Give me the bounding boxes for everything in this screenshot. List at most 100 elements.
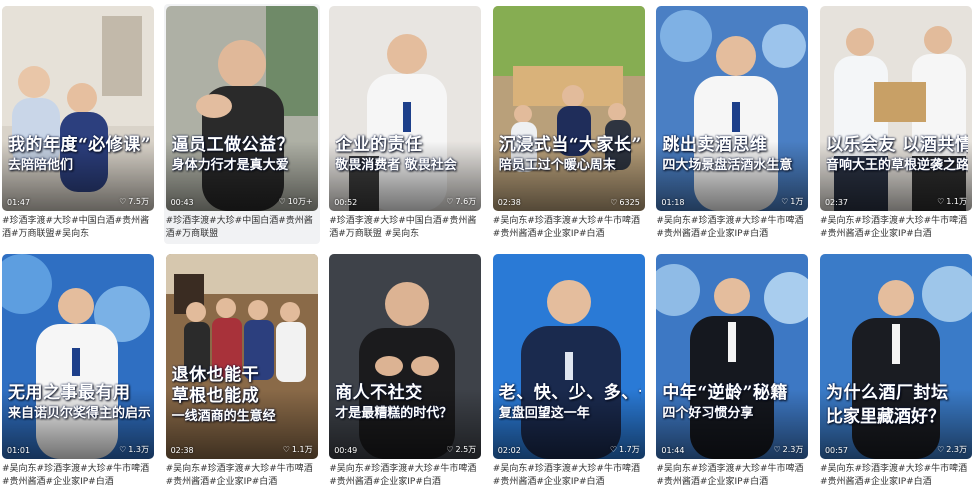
video-card[interactable]: 老、快、少、多、长 复盘回望这一年 02:02 ♡ 1.7万 #吴向东#珍酒李渡#… bbox=[491, 252, 647, 492]
video-duration: 01:01 bbox=[7, 446, 31, 455]
like-count-value: 2.3万 bbox=[782, 445, 804, 454]
heart-icon: ♡ bbox=[610, 197, 618, 207]
hashtag-list[interactable]: #珍酒李渡#大珍#中国白酒#贵州酱酒#万商联盟 #吴向东 bbox=[329, 215, 483, 241]
video-duration: 00:57 bbox=[824, 446, 849, 455]
video-thumbnail[interactable]: 企业的责任 敬畏消费者 敬畏社会 00:52 ♡ 7.6万 bbox=[329, 6, 482, 211]
video-duration: 01:44 bbox=[661, 446, 685, 455]
heart-icon: ♡ bbox=[446, 196, 454, 206]
heart-icon: ♡ bbox=[119, 444, 127, 454]
video-duration: 01:18 bbox=[661, 198, 685, 207]
caption-line-2: 来自诺贝尔奖得主的启示 bbox=[8, 406, 150, 421]
caption-line-1: 老、快、少、多、长 bbox=[498, 383, 641, 403]
caption-line-2: 去陪陪他们 bbox=[8, 158, 74, 173]
video-thumbnail[interactable]: 退休也能干 草根也能成 一线酒商的生意经 02:38 ♡ 1.1万 bbox=[165, 254, 318, 459]
video-duration: 00:52 bbox=[334, 198, 358, 207]
video-card[interactable]: 逼员工做公益？ 身体力行才是真大爱 00:43 ♡ 10万+ #珍酒李渡#大珍#中… bbox=[163, 4, 320, 244]
like-count: ♡ 7.5万 bbox=[119, 196, 149, 207]
video-thumbnail[interactable]: 为什么酒厂封坛 比家里藏酒好？ 00:57 ♡ 2.3万 bbox=[819, 254, 972, 459]
video-grid: 我的年度“必修课” 去陪陪他们 01:47 ♡ 7.5万 #珍酒李渡#大珍#中国白… bbox=[0, 4, 980, 492]
video-thumbnail[interactable]: 逼员工做公益？ 身体力行才是真大爱 00:43 ♡ 10万+ bbox=[165, 6, 318, 211]
caption-line-2: 才是最糟糕的时代？ bbox=[335, 406, 453, 421]
like-count: ♡ 1万 bbox=[781, 196, 803, 207]
video-card[interactable]: 无用之事最有用 来自诺贝尔奖得主的启示 01:01 ♡ 1.3万 #吴向东#珍酒李… bbox=[0, 252, 156, 492]
caption-line-2: 四大场景盘活酒水生意 bbox=[662, 158, 793, 173]
video-thumbnail[interactable]: 无用之事最有用 来自诺贝尔奖得主的启示 01:01 ♡ 1.3万 bbox=[2, 254, 154, 459]
hashtag-list[interactable]: #吴向东#珍酒李渡#大珍#牛市啤酒#贵州酱酒#企业家IP#白酒 bbox=[493, 463, 647, 489]
like-count-value: 6325 bbox=[619, 198, 640, 207]
hashtag-list[interactable]: #吴向东#珍酒李渡#大珍#牛市啤酒#贵州酱酒#企业家IP#白酒 bbox=[820, 215, 974, 241]
video-thumbnail[interactable]: 商人不社交 才是最糟糕的时代？ 00:49 ♡ 2.5万 bbox=[329, 254, 482, 459]
caption-line-1: 无用之事最有用 bbox=[8, 383, 131, 403]
heart-icon: ♡ bbox=[282, 444, 290, 454]
hashtag-list[interactable]: #吴向东#珍酒李渡#大珍#牛市啤酒#贵州酱酒#企业家IP#白酒 bbox=[493, 215, 647, 241]
video-thumbnail[interactable]: 老、快、少、多、长 复盘回望这一年 02:02 ♡ 1.7万 bbox=[492, 254, 645, 459]
like-count-value: 7.6万 bbox=[455, 197, 477, 206]
video-card[interactable]: 沉浸式当“大家长” 陪员工过个暖心周末 02:38 ♡ 6325 #吴向东#珍酒李… bbox=[491, 4, 647, 244]
video-card[interactable]: 企业的责任 敬畏消费者 敬畏社会 00:52 ♡ 7.6万 #珍酒李渡#大珍#中国… bbox=[327, 4, 483, 244]
hashtag-list[interactable]: #吴向东#珍酒李渡#大珍#牛市啤酒#贵州酱酒#企业家IP#白酒 bbox=[329, 463, 483, 489]
like-count: ♡ 1.7万 bbox=[610, 444, 640, 455]
video-thumbnail[interactable]: 中年“逆龄”秘籍 四个好习惯分享 01:44 ♡ 2.3万 bbox=[656, 254, 809, 459]
caption-line-2: 陪员工过个暖心周末 bbox=[498, 158, 616, 173]
like-count: ♡ 6325 bbox=[610, 198, 640, 207]
heart-icon: ♡ bbox=[937, 444, 945, 454]
caption-line-1: 我的年度“必修课” bbox=[8, 135, 150, 155]
hashtag-list[interactable]: #吴向东#珍酒李渡#大珍#牛市啤酒#贵州酱酒#企业家IP#白酒 bbox=[656, 215, 810, 241]
video-card[interactable]: 商人不社交 才是最糟糕的时代？ 00:49 ♡ 2.5万 #吴向东#珍酒李渡#大珍… bbox=[327, 252, 483, 492]
heart-icon: ♡ bbox=[609, 444, 618, 454]
video-duration: 00:49 bbox=[334, 446, 358, 455]
like-count-value: 10万+ bbox=[287, 197, 313, 206]
video-duration: 02:37 bbox=[824, 198, 849, 207]
caption-line-2: 身体力行才是真大爱 bbox=[171, 158, 289, 173]
video-thumbnail[interactable]: 我的年度“必修课” 去陪陪他们 01:47 ♡ 7.5万 bbox=[2, 6, 154, 211]
hashtag-list[interactable]: #珍酒李渡#大珍#中国白酒#贵州酱酒#万商联盟 bbox=[166, 215, 320, 241]
like-count: ♡ 1.1万 bbox=[283, 444, 313, 455]
like-count: ♡ 2.3万 bbox=[937, 444, 967, 455]
caption-line-1: 中年“逆龄”秘籍 bbox=[662, 383, 788, 403]
video-card[interactable]: 为什么酒厂封坛 比家里藏酒好？ 00:57 ♡ 2.3万 #吴向东#珍酒李渡#大珍… bbox=[818, 252, 974, 492]
video-card[interactable]: 退休也能干 草根也能成 一线酒商的生意经 02:38 ♡ 1.1万 #吴向东#珍酒… bbox=[164, 252, 320, 492]
heart-icon: ♡ bbox=[937, 196, 945, 206]
video-card[interactable]: 中年“逆龄”秘籍 四个好习惯分享 01:44 ♡ 2.3万 #吴向东#珍酒李渡#大… bbox=[654, 252, 810, 492]
caption-line-3: 一线酒商的生意经 bbox=[171, 409, 276, 424]
like-count-value: 1.7万 bbox=[619, 445, 640, 454]
like-count-value: 1.1万 bbox=[946, 197, 967, 206]
hashtag-list[interactable]: #吴向东#珍酒李渡#大珍#牛市啤酒#贵州酱酒#企业家IP#白酒 bbox=[2, 463, 156, 489]
like-count-value: 2.5万 bbox=[455, 445, 477, 454]
video-card[interactable]: 我的年度“必修课” 去陪陪他们 01:47 ♡ 7.5万 #珍酒李渡#大珍#中国白… bbox=[0, 4, 156, 244]
video-thumbnail[interactable]: 沉浸式当“大家长” 陪员工过个暖心周末 02:38 ♡ 6325 bbox=[492, 6, 645, 211]
video-duration: 02:02 bbox=[497, 446, 521, 455]
hashtag-list[interactable]: #珍酒李渡#大珍#中国白酒#贵州酱酒#万商联盟#吴向东 bbox=[2, 215, 156, 241]
like-count: ♡ 2.5万 bbox=[446, 444, 476, 455]
like-count: ♡ 1.1万 bbox=[937, 196, 967, 207]
like-count: ♡ 7.6万 bbox=[446, 196, 476, 207]
video-duration: 01:47 bbox=[7, 198, 31, 207]
like-count-value: 1.1万 bbox=[291, 445, 313, 454]
caption-line-2: 四个好习惯分享 bbox=[662, 406, 754, 421]
caption-line-2: 草根也能成 bbox=[171, 386, 260, 406]
video-duration: 02:38 bbox=[170, 446, 194, 455]
caption-line-1: 为什么酒厂封坛 bbox=[825, 383, 949, 403]
caption-line-1: 商人不社交 bbox=[335, 383, 423, 403]
heart-icon: ♡ bbox=[446, 444, 454, 454]
like-count: ♡ 1.3万 bbox=[119, 444, 149, 455]
caption-line-1: 跳出卖酒思维 bbox=[662, 135, 768, 155]
hashtag-list[interactable]: #吴向东#珍酒李渡#大珍#牛市啤酒#贵州酱酒#企业家IP#白酒 bbox=[656, 463, 810, 489]
video-card[interactable]: 以乐会友 以酒共情 音响大王的草根逆袭之路 02:37 ♡ 1.1万 #吴向东#珍… bbox=[818, 4, 974, 244]
heart-icon: ♡ bbox=[278, 196, 286, 206]
video-card[interactable]: 跳出卖酒思维 四大场景盘活酒水生意 01:18 ♡ 1万 #吴向东#珍酒李渡#大珍… bbox=[654, 4, 810, 244]
video-duration: 00:43 bbox=[170, 198, 194, 207]
like-count: ♡ 2.3万 bbox=[773, 444, 803, 455]
hashtag-list[interactable]: #吴向东#珍酒李渡#大珍#牛市啤酒#贵州酱酒#企业家IP#白酒 bbox=[166, 463, 320, 489]
hashtag-list[interactable]: #吴向东#珍酒李渡#大珍#牛市啤酒#贵州酱酒#企业家IP#白酒 bbox=[820, 463, 974, 489]
caption-line-2: 敬畏消费者 敬畏社会 bbox=[335, 158, 457, 173]
like-count-value: 1.3万 bbox=[128, 445, 149, 454]
video-thumbnail[interactable]: 跳出卖酒思维 四大场景盘活酒水生意 01:18 ♡ 1万 bbox=[656, 6, 809, 211]
caption-line-1: 逼员工做公益？ bbox=[171, 135, 295, 155]
video-thumbnail[interactable]: 以乐会友 以酒共情 音响大王的草根逆袭之路 02:37 ♡ 1.1万 bbox=[819, 6, 972, 211]
caption-line-2: 音响大王的草根逆袭之路 bbox=[825, 158, 968, 173]
caption-line-2: 比家里藏酒好？ bbox=[825, 407, 945, 427]
like-count: ♡ 10万+ bbox=[279, 196, 313, 207]
caption-line-1: 企业的责任 bbox=[335, 135, 423, 155]
caption-line-1: 以乐会友 以酒共情 bbox=[825, 135, 968, 155]
